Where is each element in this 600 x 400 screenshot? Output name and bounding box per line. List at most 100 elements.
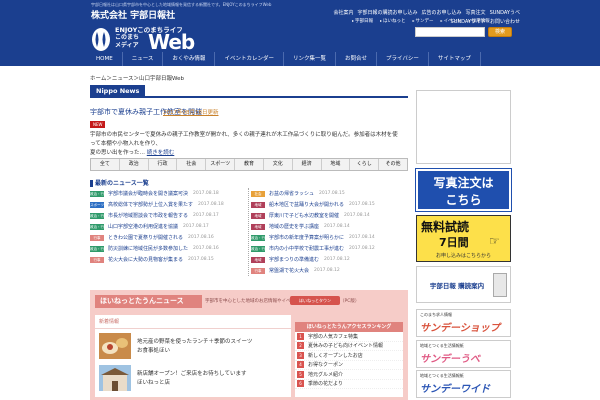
top-link[interactable]: お問い合わせ xyxy=(490,18,520,27)
free-trial-banner[interactable]: 無料試読 7日間 ☞ お申し込みはこちらから xyxy=(416,215,511,262)
tab[interactable]: くらし xyxy=(350,159,380,170)
news-title[interactable]: ときわ公園で夏祭りが開催される xyxy=(108,234,183,241)
nav-item[interactable]: プライバシー xyxy=(377,52,429,66)
tab[interactable]: 教育 xyxy=(235,159,264,170)
news-row[interactable]: スポーツ 高校総体で宇部勢が上位入賞を果たす 2017.08.18 xyxy=(90,199,245,210)
tab[interactable]: 政治 xyxy=(120,159,149,170)
news-row[interactable]: 行事 ときわ公園で夏祭りが開催される 2017.08.16 xyxy=(90,232,245,243)
news-row[interactable]: 政治・行政 宇部市議会が臨時会を開き議案可決 2017.08.18 xyxy=(90,188,245,199)
read-more-link[interactable]: 続きを読む xyxy=(147,150,175,156)
ranking-title[interactable]: 季節の花だより xyxy=(308,380,343,387)
nav-item[interactable]: おくやみ情報 xyxy=(163,52,216,66)
photo-order-banner[interactable]: 写真注文は こちら xyxy=(416,169,511,211)
tab-all[interactable]: 全て xyxy=(91,159,120,170)
sub-site-link[interactable]: サンデー xyxy=(413,18,434,24)
ranking-title[interactable]: 宇部の人気カフェ特集 xyxy=(308,333,358,340)
nav-item[interactable]: サイトマップ xyxy=(429,52,481,66)
news-title[interactable]: 厚東川で子ども水辺教室を開催 xyxy=(269,212,339,219)
ranking-row[interactable]: 1 宇部の人気カフェ特集 xyxy=(295,332,403,342)
logo-web[interactable]: Web xyxy=(148,30,195,54)
top-link[interactable]: SUNDAYうべ xyxy=(490,9,520,18)
ranking-title[interactable]: 夏休みの子ども向けイベント情報 xyxy=(308,342,383,349)
breadcrumb[interactable]: ホーム＞ニュース＞山口宇部日報Web xyxy=(90,74,184,82)
hoinet-logo[interactable]: ほいねっとタウン xyxy=(290,296,340,305)
ranking-list: 1 宇部の人気カフェ特集 2 夏休みの子ども向けイベント情報 3 新しくオープンしたお店 4… xyxy=(295,332,403,389)
ranking-row[interactable]: 2 夏休みの子ども向けイベント情報 xyxy=(295,342,403,351)
news-title[interactable]: 常盤湖で花火大会 xyxy=(269,267,309,274)
tab[interactable]: 地域 xyxy=(322,159,351,170)
tab[interactable]: 社会 xyxy=(177,159,207,170)
search-input[interactable] xyxy=(415,27,485,37)
ranking-row[interactable]: 3 新しくオープンしたお店 xyxy=(295,351,403,361)
subscription-banner[interactable]: 宇部日報 購読案内 xyxy=(416,266,511,303)
hoinet-item[interactable]: 地元産の野菜を使ったランチ＋季節のスイーツ お食事処ほい xyxy=(99,333,283,363)
news-row[interactable]: 政治・行政 宇部市の新年度予算案が明らかに 2017.08.14 xyxy=(251,232,403,243)
top-link[interactable]: 写真注文 xyxy=(466,9,486,18)
sunday-wide-banner[interactable]: 地域とつくる生活情報紙 サンデーワイド xyxy=(416,370,511,398)
category-badge: 地域 xyxy=(251,201,265,208)
news-date: 2017.08.17 xyxy=(183,224,209,229)
news-title[interactable]: 市内の小中学校で耐震工事が進む xyxy=(269,245,344,252)
news-title[interactable]: 防災訓練に地域住民が多数参加した xyxy=(108,245,188,252)
news-row[interactable]: 地域 地域の歴史を学ぶ講座 2017.08.14 xyxy=(251,221,403,232)
sub-site-link[interactable]: 宇部日報 xyxy=(352,18,373,24)
news-title[interactable]: 宇部まつりの準備進む xyxy=(269,256,319,263)
ranking-row[interactable]: 6 季節の花だより xyxy=(295,380,403,389)
news-title[interactable]: 地域の歴史を学ぶ講座 xyxy=(269,223,319,230)
ranking-title[interactable]: お得なクーポン xyxy=(308,361,343,368)
news-date: 2017.08.15 xyxy=(319,191,345,196)
photo-order-line1: 写真注文は xyxy=(433,176,494,190)
tab[interactable]: その他 xyxy=(379,159,407,170)
news-title[interactable]: お盆の帰省ラッシュ xyxy=(269,190,314,197)
nav-item[interactable]: イベントカレンダー xyxy=(215,52,284,66)
news-row[interactable]: 行事 常盤湖で花火大会 2017.08.12 xyxy=(251,265,403,276)
news-row[interactable]: 行事 花火大会に大勢の見物客が集まる 2017.08.15 xyxy=(90,254,245,265)
top-link[interactable]: 会社案内 xyxy=(334,9,354,18)
news-title[interactable]: 船木地区で盆踊り大会が開かれる xyxy=(269,201,344,208)
tab[interactable]: 文化 xyxy=(264,159,293,170)
news-row[interactable]: 社会 お盆の帰省ラッシュ 2017.08.15 xyxy=(251,188,403,199)
sub-site-link[interactable]: 採用情報 xyxy=(469,18,490,24)
top-link[interactable]: 広告のお申し込み xyxy=(422,9,462,18)
news-date: 2017.08.14 xyxy=(344,213,370,218)
tab[interactable]: 行政 xyxy=(149,159,178,170)
news-row[interactable]: 政治・行政 市内の小中学校で耐震工事が進む 2017.08.12 xyxy=(251,243,403,254)
news-row[interactable]: 地域 厚東川で子ども水辺教室を開催 2017.08.14 xyxy=(251,210,403,221)
news-row[interactable]: 政治・行政 防災訓練に地域住民が多数参加した 2017.08.16 xyxy=(90,243,245,254)
company-name[interactable]: 株式会社 宇部日報社 xyxy=(91,8,175,21)
news-row[interactable]: 政治・行政 山口宇部空港の利用促進を協議 2017.08.17 xyxy=(90,221,245,232)
news-row[interactable]: 地域 船木地区で盆踊り大会が開かれる 2017.08.15 xyxy=(251,199,403,210)
tab[interactable]: スポーツ xyxy=(206,159,236,170)
hoinet-title[interactable]: ほいねっとたうんニュース xyxy=(95,295,202,308)
ranking-row[interactable]: 4 お得なクーポン xyxy=(295,361,403,370)
news-row[interactable]: 地域 宇部まつりの準備進む 2017.08.12 xyxy=(251,254,403,265)
search-button[interactable]: 検索 xyxy=(488,27,512,37)
news-title[interactable]: 高校総体で宇部勢が上位入賞を果たす xyxy=(108,201,193,208)
news-title[interactable]: 市長が地域懇談会で市政を報告する xyxy=(108,212,188,219)
tab[interactable]: 経済 xyxy=(293,159,322,170)
site-logo-icon[interactable] xyxy=(91,27,111,52)
category-badge: 社会 xyxy=(251,190,265,197)
sunday-ube-banner[interactable]: 地域とつくる生活情報紙 サンデーうべ xyxy=(416,340,511,368)
sub-site-link[interactable]: ほいねっと xyxy=(380,18,406,24)
hoinet-item-line1: 地元産の野菜を使ったランチ＋季節のスイーツ xyxy=(137,339,253,345)
news-title[interactable]: 宇部市の新年度予算案が明らかに xyxy=(269,234,344,241)
ranking-title[interactable]: 新しくオープンしたお店 xyxy=(308,352,363,359)
sunday-shop-banner[interactable]: このまち求人情報 サンデーショップ xyxy=(416,309,511,337)
sub-site-link[interactable]: イベント xyxy=(441,18,462,24)
rank-number: 5 xyxy=(297,370,304,378)
news-title[interactable]: 花火大会に大勢の見物客が集まる xyxy=(108,256,183,263)
ranking-row[interactable]: 5 地元グルメ紹介 xyxy=(295,370,403,380)
nav-item[interactable]: リンク集一覧 xyxy=(284,52,336,66)
news-date: 2017.08.12 xyxy=(349,246,375,251)
nav-item[interactable]: お問合せ xyxy=(336,52,377,66)
ad-slot[interactable] xyxy=(416,90,511,164)
top-link[interactable]: 宇部日報の購読お申し込み xyxy=(358,9,418,18)
news-title[interactable]: 山口宇部空港の利用促進を協議 xyxy=(108,223,178,230)
ranking-title[interactable]: 地元グルメ紹介 xyxy=(308,371,343,378)
nav-item-home[interactable]: HOME xyxy=(90,52,123,66)
news-row[interactable]: 政治・行政 市長が地域懇談会で市政を報告する 2017.08.17 xyxy=(90,210,245,221)
news-title[interactable]: 宇部市議会が臨時会を開き議案可決 xyxy=(108,190,188,197)
hoinet-item[interactable]: 新店舗オープン！ご来店をお待ちしています ほいねっと店 xyxy=(99,365,283,395)
nav-item[interactable]: ニュース xyxy=(123,52,164,66)
